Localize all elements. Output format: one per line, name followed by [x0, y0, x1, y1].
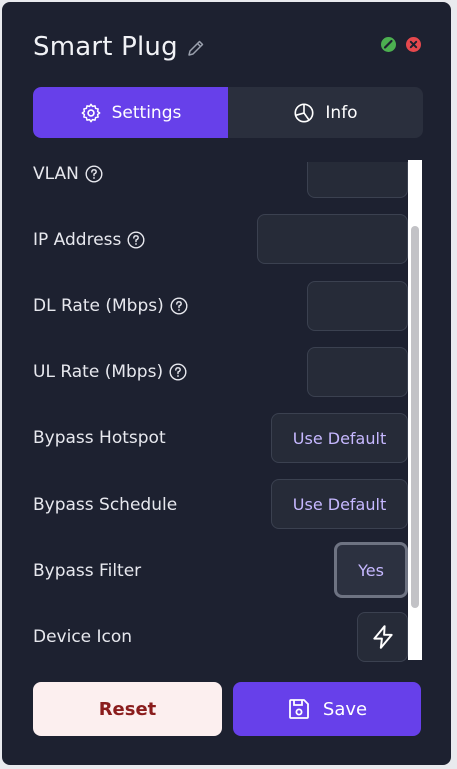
- settings-scroll-area[interactable]: VLAN IP Address DL Rate (Mbps) UL Rate (…: [2, 162, 451, 662]
- help-icon[interactable]: [127, 231, 145, 249]
- tab-bar: Settings Info: [33, 87, 423, 138]
- save-button-label: Save: [322, 698, 368, 720]
- device-icon-row: Device Icon: [33, 624, 132, 650]
- bypass-schedule-label: Bypass Schedule: [33, 495, 178, 515]
- bypass-filter-select[interactable]: Yes: [334, 542, 408, 598]
- bypass-filter-label: Bypass Filter: [33, 561, 142, 581]
- vlan-row: VLAN: [33, 162, 103, 187]
- tab-info[interactable]: Info: [228, 87, 423, 138]
- help-icon[interactable]: [85, 165, 103, 183]
- device-icon-picker[interactable]: [357, 612, 408, 662]
- lightning-bolt-icon: [372, 625, 393, 649]
- vlan-label: VLAN: [33, 164, 79, 184]
- save-button[interactable]: Save: [233, 682, 421, 736]
- device-title: Smart Plug: [33, 32, 178, 62]
- confirm-icon[interactable]: [381, 37, 396, 52]
- ul-rate-input[interactable]: [307, 347, 408, 397]
- bypass-hotspot-select[interactable]: Use Default: [271, 413, 408, 463]
- reset-button[interactable]: Reset: [33, 682, 222, 736]
- pie-chart-icon: [294, 102, 314, 123]
- dl-rate-label: DL Rate (Mbps): [33, 296, 164, 316]
- ul-rate-row: UL Rate (Mbps): [33, 359, 187, 385]
- bypass-hotspot-row: Bypass Hotspot: [33, 425, 166, 451]
- close-icon[interactable]: [406, 37, 421, 52]
- dl-rate-input[interactable]: [307, 281, 408, 331]
- pencil-edit-icon[interactable]: [186, 38, 206, 58]
- ip-address-row: IP Address: [33, 227, 145, 253]
- vlan-input[interactable]: [307, 162, 408, 198]
- bypass-filter-row: Bypass Filter: [33, 558, 141, 584]
- tab-settings-label: Settings: [111, 102, 182, 123]
- ul-rate-label: UL Rate (Mbps): [33, 362, 164, 382]
- bypass-schedule-row: Bypass Schedule: [33, 492, 177, 518]
- help-icon[interactable]: [169, 363, 187, 381]
- device-icon-label: Device Icon: [33, 627, 133, 647]
- gear-icon: [81, 103, 101, 122]
- tab-info-label: Info: [325, 102, 358, 123]
- bypass-hotspot-label: Bypass Hotspot: [33, 428, 166, 448]
- scrollbar-thumb[interactable]: [411, 226, 419, 608]
- smart-plug-panel: Smart Plug Settings Info VLAN IP Address…: [2, 2, 451, 765]
- help-icon[interactable]: [170, 297, 188, 315]
- ip-address-input[interactable]: [257, 214, 408, 264]
- floppy-disk-icon: [289, 699, 309, 719]
- bypass-schedule-select[interactable]: Use Default: [271, 479, 408, 529]
- dl-rate-row: DL Rate (Mbps): [33, 293, 188, 319]
- ip-address-label: IP Address: [33, 230, 122, 250]
- tab-settings[interactable]: Settings: [33, 87, 228, 138]
